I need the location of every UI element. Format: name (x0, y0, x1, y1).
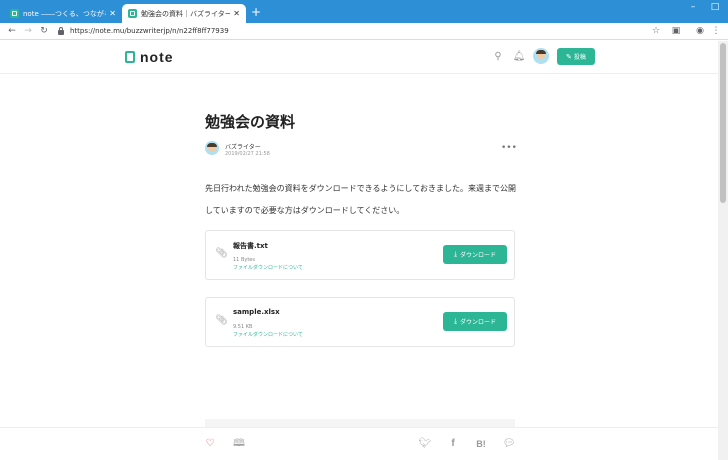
author-avatar[interactable] (205, 141, 219, 155)
article-body: 先日行われた勉強会の資料をダウンロードできるようにしておきました。来週まで公開し… (205, 184, 516, 215)
download-button[interactable]: ⤓ ダウンロード (443, 312, 507, 331)
lock-icon (58, 27, 64, 35)
tab-note-home[interactable]: note ――つくる、つながる、とどける。 ✕ (4, 4, 122, 23)
forward-arrow-icon[interactable]: → (22, 25, 34, 37)
file-attachment-card: 📎︎ sample.xlsx 9.51 KB ファイルダウンロードについて ⤓ … (205, 297, 515, 347)
post-date: 2019/02/27 21:58 (225, 151, 270, 157)
note-logo-text: note (140, 49, 174, 65)
more-options-icon[interactable]: ••• (501, 143, 517, 153)
address-bar[interactable]: https://note.mu/buzzwriterjp/n/n22ff8ff7… (58, 25, 668, 38)
reload-icon[interactable]: ↻ (38, 25, 50, 37)
note-logo[interactable]: note (125, 49, 174, 65)
scrollbar-thumb[interactable] (720, 43, 726, 203)
note-favicon-icon (128, 9, 137, 18)
download-button[interactable]: ⤓ ダウンロード (443, 245, 507, 264)
chrome-menu-icon[interactable]: ⋮ (710, 25, 722, 37)
post-button-label: 投稿 (573, 54, 586, 61)
pencil-icon: ✎ (566, 52, 572, 61)
profile-icon[interactable]: ◉ (694, 25, 706, 37)
extension-icon[interactable]: ▣ (670, 25, 682, 37)
note-favicon-icon (10, 9, 19, 18)
file-name: sample.xlsx (233, 308, 280, 316)
site-header: note ⚲ 🔔︎ ✎ 投稿 (0, 41, 718, 74)
twitter-icon[interactable]: 🐦︎ (418, 437, 432, 451)
author-name[interactable]: バズライター (225, 142, 261, 151)
search-icon[interactable]: ⚲ (491, 50, 505, 64)
file-download-help-link[interactable]: ファイルダウンロードについて (233, 331, 303, 338)
magazine-add-icon[interactable]: 🕮︎ (232, 437, 246, 451)
user-avatar[interactable] (533, 48, 549, 64)
back-arrow-icon[interactable]: ← (6, 25, 18, 37)
file-size: 11 Bytes (233, 257, 255, 263)
tab-close-icon[interactable]: ✕ (109, 9, 116, 18)
line-icon[interactable]: 💬︎ (502, 437, 516, 451)
paperclip-icon: 📎︎ (215, 248, 228, 259)
download-button-label: ダウンロード (460, 252, 497, 259)
notification-bell-icon[interactable]: 🔔︎ (512, 50, 526, 64)
browser-toolbar: ← → ↻ https://note.mu/buzzwriterjp/n/n22… (0, 23, 728, 40)
url-text: https://note.mu/buzzwriterjp/n/n22ff8ff7… (70, 27, 229, 35)
file-download-help-link[interactable]: ファイルダウンロードについて (233, 264, 303, 271)
like-heart-icon[interactable]: ♡ (203, 437, 217, 451)
tab-close-icon[interactable]: ✕ (233, 9, 240, 18)
article-action-bar: ♡ 🕮︎ 🐦︎ f B! 💬︎ (0, 427, 718, 460)
download-icon: ⤓ (453, 250, 458, 258)
facebook-icon[interactable]: f (446, 437, 460, 451)
file-name: 報告書.txt (233, 242, 268, 250)
hatena-bookmark-icon[interactable]: B! (474, 437, 488, 451)
paperclip-icon: 📎︎ (215, 315, 228, 326)
tab-title: note ――つくる、つながる、とどける。 (23, 9, 106, 18)
download-button-label: ダウンロード (460, 319, 497, 326)
note-logo-mark-icon (125, 51, 135, 63)
new-tab-button[interactable]: + (250, 6, 262, 18)
file-attachment-card: 📎︎ 報告書.txt 11 Bytes ファイルダウンロードについて ⤓ ダウン… (205, 230, 515, 280)
tab-article[interactable]: 勉強会の資料｜バズライター｜note ✕ (122, 4, 246, 23)
browser-tab-strip: note ――つくる、つながる、とどける。 ✕ 勉強会の資料｜バズライター｜no… (0, 0, 728, 23)
maximize-button[interactable]: □ (702, 0, 728, 16)
file-size: 9.51 KB (233, 324, 253, 330)
tab-title: 勉強会の資料｜バズライター｜note (141, 9, 231, 18)
bookmark-star-icon[interactable]: ☆ (650, 25, 662, 37)
article-title: 勉強会の資料 (205, 113, 296, 131)
page-scrollbar[interactable] (718, 41, 728, 460)
download-icon: ⤓ (453, 317, 458, 325)
post-button[interactable]: ✎ 投稿 (557, 48, 595, 65)
